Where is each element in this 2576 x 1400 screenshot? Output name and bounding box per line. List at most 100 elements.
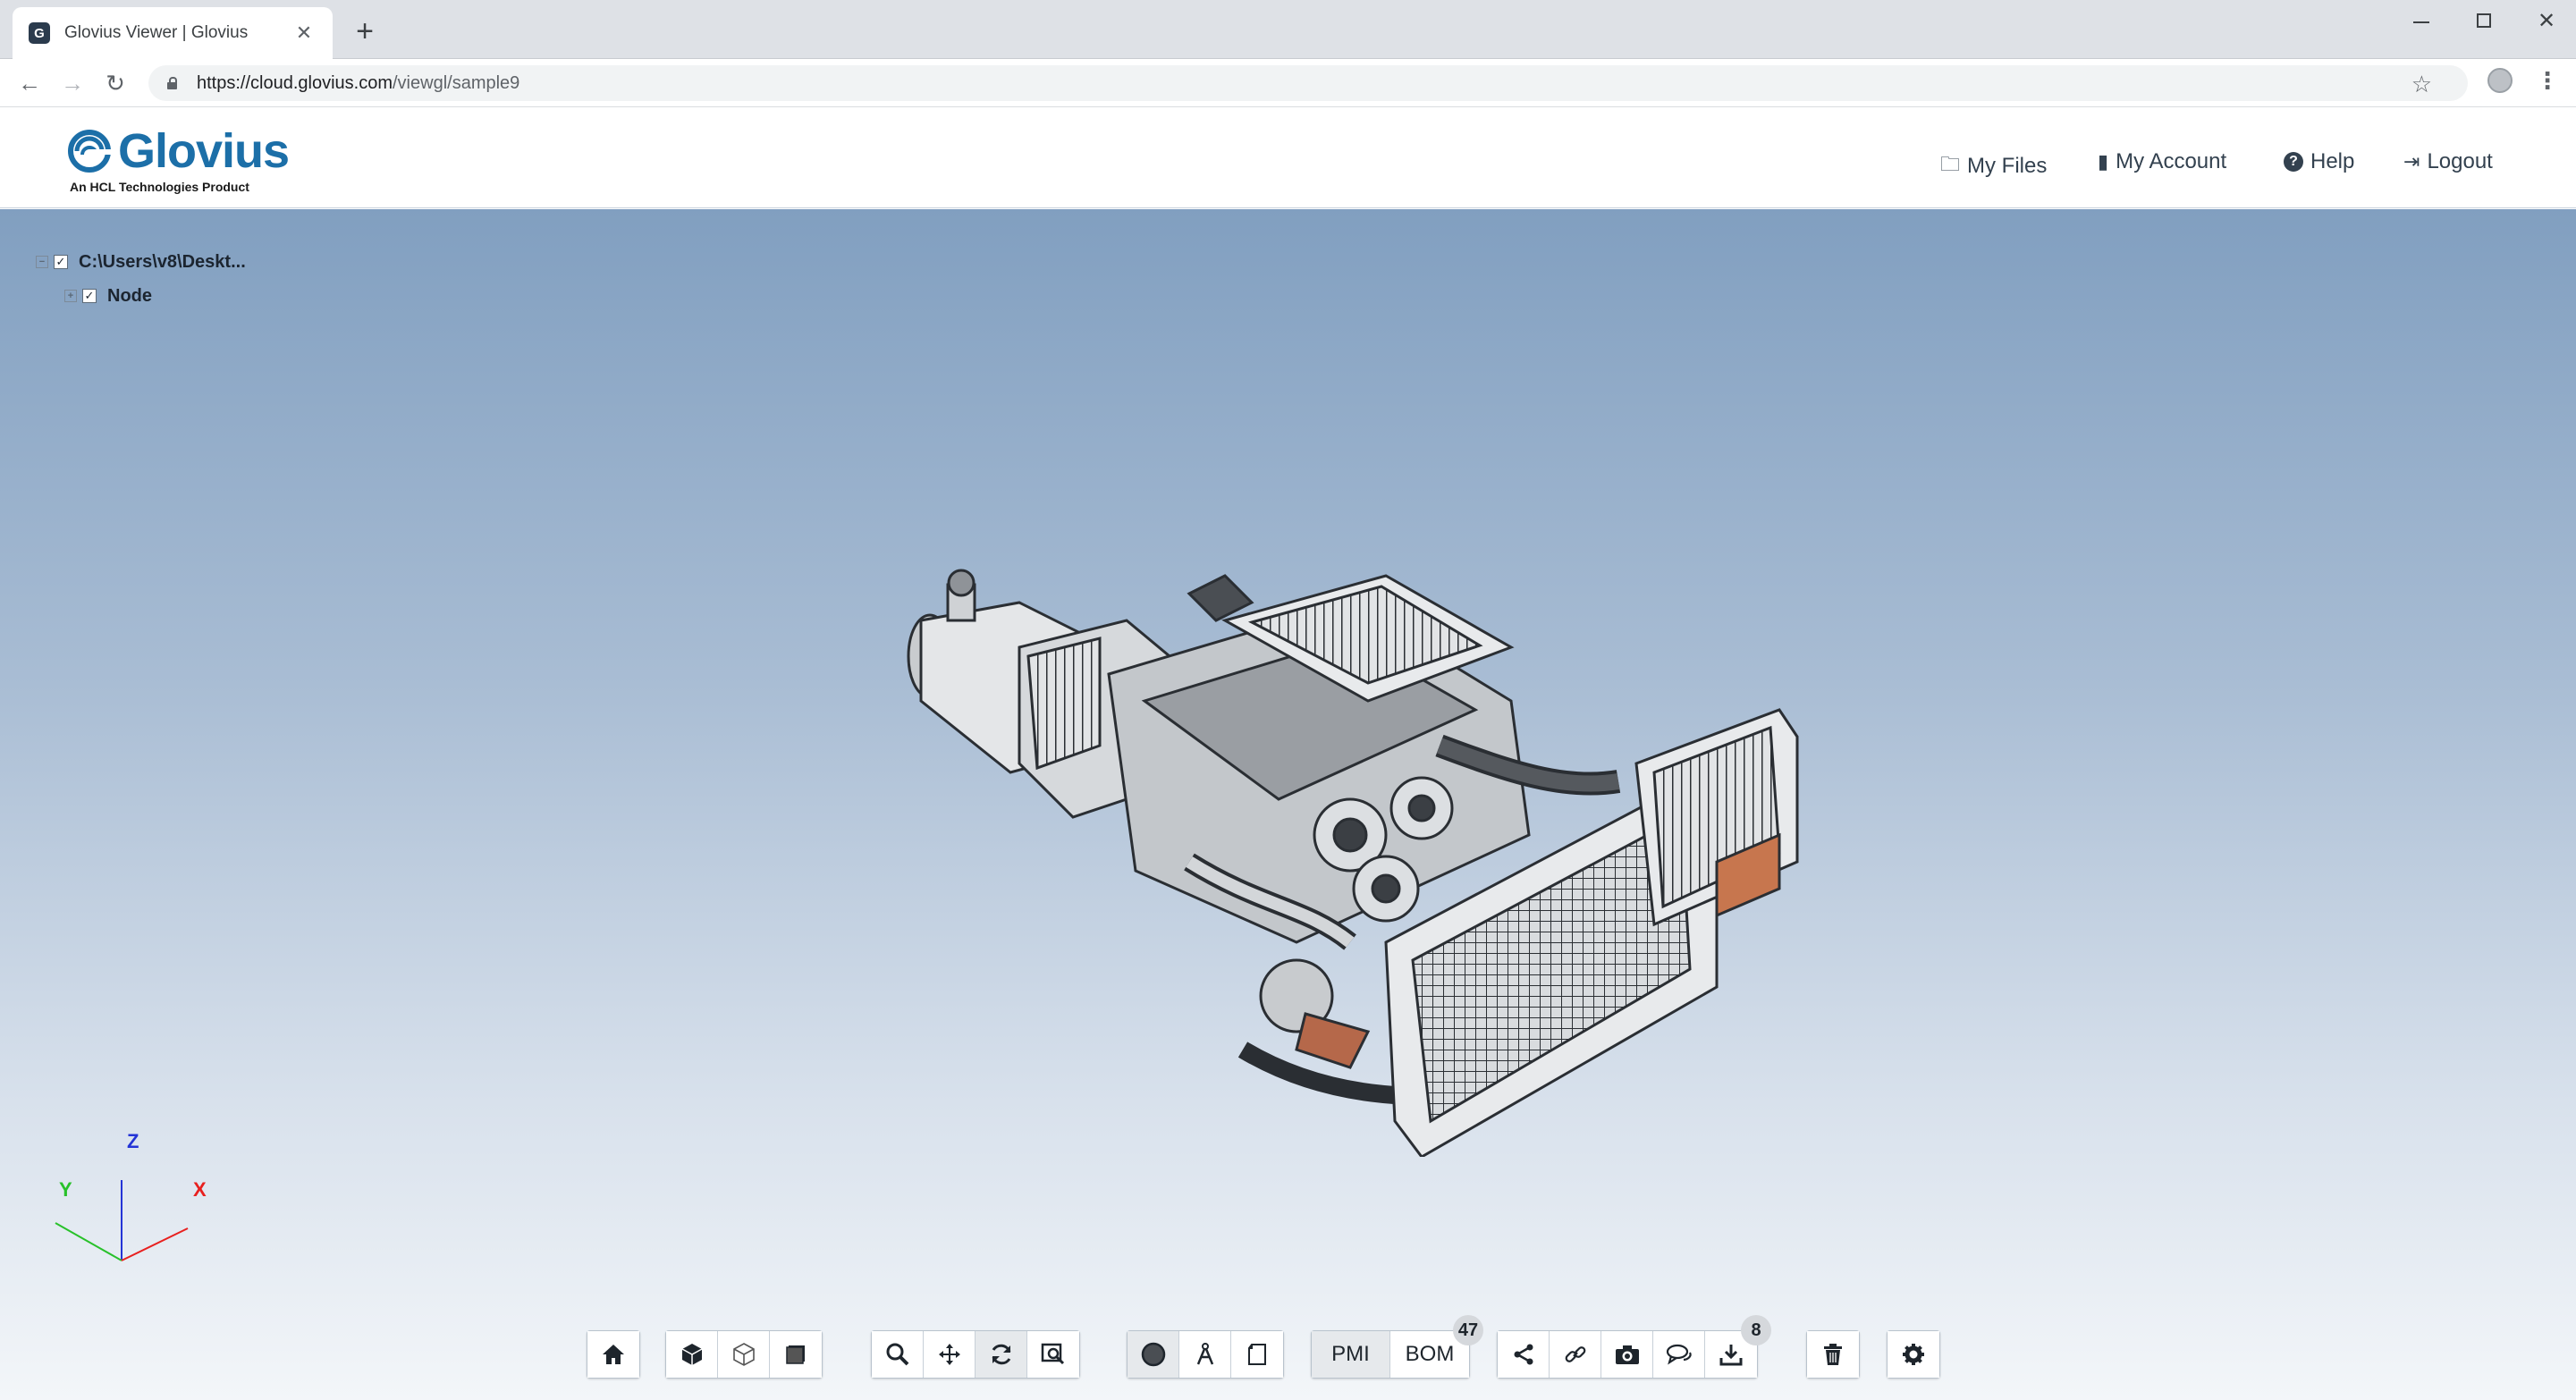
note-page-icon	[1248, 1344, 1266, 1365]
nav-logout-label: Logout	[2427, 149, 2493, 173]
section-circle-icon	[1141, 1342, 1165, 1367]
new-tab-button[interactable]: +	[351, 16, 379, 46]
pan-button[interactable]	[924, 1331, 976, 1378]
download-button[interactable]: 8	[1705, 1315, 1771, 1378]
bom-button[interactable]: BOM 47	[1390, 1315, 1483, 1378]
browser-tab[interactable]: G Glovius Viewer | Glovius ✕	[13, 7, 333, 59]
nav-help-label: Help	[2310, 149, 2355, 173]
glovius-favicon-icon: G	[29, 22, 50, 44]
delete-button[interactable]	[1807, 1331, 1859, 1378]
account-icon: ▮	[2098, 150, 2109, 173]
nav-my-files-label: My Files	[1967, 154, 2048, 178]
profile-icon[interactable]	[2487, 68, 2513, 93]
share-button[interactable]	[1498, 1331, 1550, 1378]
reload-icon: ↻	[106, 69, 125, 97]
engine-3d-model[interactable]	[885, 567, 1815, 1157]
browser-tab-bar: G Glovius Viewer | Glovius ✕ + ✕	[0, 0, 2576, 59]
tools-group	[1127, 1330, 1284, 1379]
logo-text: Glovius	[118, 124, 290, 178]
window-minimize-button[interactable]	[2394, 5, 2448, 36]
link-icon	[1565, 1346, 1585, 1362]
notes-button[interactable]	[1231, 1331, 1283, 1378]
forward-button[interactable]: →	[57, 68, 88, 98]
tab-close-icon[interactable]: ✕	[291, 21, 317, 45]
home-group	[587, 1330, 640, 1379]
tree-root-label: C:\Users\v8\Deskt...	[79, 251, 246, 272]
pmi-bom-group: PMI BOM 47	[1311, 1315, 1483, 1379]
wireframe-cube-icon	[732, 1343, 755, 1366]
model-tree: − ✓ C:\Users\v8\Deskt... + ✓ Node	[36, 245, 246, 313]
browser-toolbar: ← → ↻ https://cloud.glovius.com/viewgl/s…	[0, 59, 2576, 107]
tree-root-checkbox[interactable]: ✓	[54, 255, 68, 269]
back-arrow-icon: ←	[18, 69, 41, 97]
solid-cube-icon	[681, 1344, 702, 1365]
section-button[interactable]	[1128, 1331, 1179, 1378]
maximize-icon	[2477, 13, 2491, 28]
camera-icon	[1615, 1345, 1639, 1364]
glovius-logo-icon	[68, 130, 111, 173]
shaded-edges-mode-button[interactable]	[770, 1331, 822, 1378]
gear-icon	[1903, 1344, 1924, 1365]
app-header: Glovius An HCL Technologies Product 🗀 My…	[0, 108, 2576, 208]
compass-icon	[1196, 1343, 1213, 1365]
settings-group	[1887, 1330, 1940, 1379]
3d-viewport[interactable]: − ✓ C:\Users\v8\Deskt... + ✓ Node Z Y X	[0, 209, 2576, 1400]
bom-label: BOM	[1405, 1342, 1455, 1366]
home-view-button[interactable]	[587, 1331, 639, 1378]
address-bar[interactable]: https://cloud.glovius.com/viewgl/sample9…	[148, 65, 2468, 101]
tree-item-node[interactable]: + ✓ Node	[64, 279, 246, 313]
x-axis-line	[121, 1227, 189, 1261]
render-mode-group	[665, 1330, 823, 1379]
rotate-icon	[992, 1344, 1010, 1365]
minimize-icon	[2413, 21, 2429, 23]
url-path: /viewgl/sample9	[393, 72, 520, 93]
snapshot-button[interactable]	[1601, 1331, 1653, 1378]
nav-my-account[interactable]: ▮ My Account	[2098, 149, 2226, 174]
window-maximize-button[interactable]	[2457, 5, 2511, 36]
comment-bubbles-icon	[1666, 1344, 1692, 1365]
zoom-window-button[interactable]	[1027, 1331, 1079, 1378]
x-axis-label: X	[193, 1178, 207, 1201]
logo-subtitle: An HCL Technologies Product	[70, 180, 249, 194]
forward-arrow-icon: →	[61, 69, 84, 97]
nav-help[interactable]: ? Help	[2284, 149, 2354, 174]
nav-my-account-label: My Account	[2116, 149, 2227, 173]
back-button[interactable]: ←	[14, 68, 45, 98]
collapse-icon[interactable]: −	[36, 256, 48, 268]
z-axis-label: Z	[127, 1130, 139, 1152]
zoom-button[interactable]	[872, 1331, 924, 1378]
url-host: https://cloud.glovius.com	[197, 72, 393, 93]
shaded-edges-cube-icon	[786, 1345, 805, 1364]
viewer-toolbar: PMI BOM 47 8	[0, 1315, 2576, 1387]
expand-icon[interactable]: +	[64, 290, 77, 302]
glovius-logo[interactable]: Glovius An HCL Technologies Product	[68, 124, 336, 198]
delete-group	[1806, 1330, 1860, 1379]
pmi-label: PMI	[1331, 1342, 1370, 1366]
wireframe-mode-button[interactable]	[718, 1331, 770, 1378]
measure-button[interactable]	[1179, 1331, 1231, 1378]
nav-logout[interactable]: ⇥ Logout	[2403, 149, 2493, 174]
lock-icon	[166, 77, 177, 89]
zoom-window-icon	[1041, 1343, 1065, 1365]
close-icon: ✕	[2537, 8, 2556, 33]
rotate-button[interactable]	[976, 1331, 1027, 1378]
pmi-button[interactable]: PMI	[1312, 1331, 1390, 1378]
help-icon: ?	[2284, 152, 2303, 172]
bookmark-star-icon[interactable]: ☆	[2411, 71, 2432, 98]
settings-button[interactable]	[1888, 1331, 1939, 1378]
window-close-button[interactable]: ✕	[2520, 5, 2573, 36]
reload-button[interactable]: ↻	[100, 68, 131, 98]
tab-title: Glovius Viewer | Glovius	[64, 23, 249, 42]
tree-node-checkbox[interactable]: ✓	[82, 289, 97, 303]
bom-count-badge: 47	[1453, 1315, 1483, 1345]
url-text: https://cloud.glovius.com/viewgl/sample9	[197, 73, 519, 94]
link-button[interactable]	[1550, 1331, 1601, 1378]
navigation-group	[871, 1330, 1080, 1379]
shaded-mode-button[interactable]	[666, 1331, 718, 1378]
tree-item-root[interactable]: − ✓ C:\Users\v8\Deskt...	[36, 245, 246, 279]
nav-my-files[interactable]: 🗀 My Files	[1940, 149, 2047, 183]
files-icon: 🗀	[1940, 153, 1961, 175]
comments-button[interactable]	[1653, 1331, 1705, 1378]
tree-node-label: Node	[107, 285, 152, 306]
menu-icon[interactable]: ⋮	[2536, 68, 2559, 93]
